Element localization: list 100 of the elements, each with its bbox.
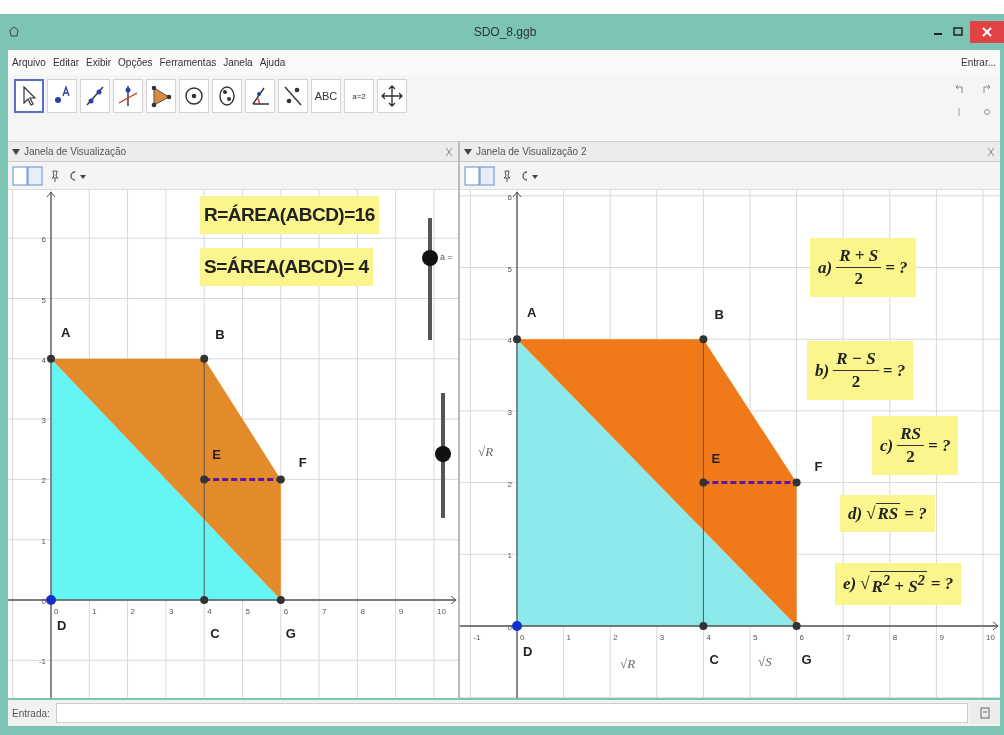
y-tick-label: 4	[507, 336, 512, 346]
sign-in-link[interactable]: Entrar...	[961, 57, 996, 68]
pin-icon[interactable]	[50, 168, 60, 183]
point[interactable]	[46, 595, 56, 605]
point-label: D	[57, 618, 67, 633]
point[interactable]	[699, 335, 708, 344]
circle-tool-button[interactable]	[179, 79, 209, 113]
x-tick-label: 0	[520, 633, 525, 642]
point[interactable]	[792, 478, 801, 487]
circle-icon	[183, 84, 205, 108]
menu-item[interactable]: Exibir	[86, 57, 112, 68]
axis-label: √R	[620, 656, 636, 672]
menu-item[interactable]: Ferramentas	[159, 57, 217, 68]
point[interactable]	[512, 621, 522, 631]
conic-tool-button[interactable]	[212, 79, 242, 113]
x-tick-label: 3	[168, 607, 174, 616]
panel-icon	[979, 706, 991, 720]
x-tick-label: 9	[398, 607, 404, 616]
input-label: Entrada:	[11, 707, 51, 719]
x-tick-label: 4	[207, 607, 212, 616]
y-tick-label: 5	[41, 295, 46, 305]
x-tick-label: 3	[659, 633, 665, 642]
point[interactable]	[47, 354, 55, 363]
point-label: F	[814, 458, 823, 474]
menu-item[interactable]: Arquivo	[12, 57, 46, 68]
formula-text[interactable]: e) √R$^{2}$ + S$^{2}$ = ?	[835, 563, 962, 605]
point-tool-button[interactable]	[47, 79, 77, 113]
text-tool-button[interactable]: ABC	[311, 79, 341, 113]
point[interactable]	[792, 622, 801, 630]
perpendicular-tool-button[interactable]	[113, 79, 143, 113]
x-tick-label: 0	[54, 607, 59, 616]
x-tick-label: 10	[437, 607, 446, 616]
point[interactable]	[699, 622, 708, 630]
close-view-icon[interactable]	[444, 145, 454, 158]
point-label: C	[709, 652, 719, 667]
y-tick-label: 2	[507, 479, 512, 489]
view-title: Janela de Visualização 2	[476, 146, 587, 157]
input-field[interactable]	[55, 703, 968, 723]
x-tick-label: 6	[799, 633, 805, 642]
line-tool-button[interactable]	[80, 79, 110, 113]
menu-item[interactable]: Editar	[52, 57, 80, 68]
point[interactable]	[276, 596, 285, 604]
y-tick-label: 3	[41, 416, 46, 426]
perpendicular-line-icon	[117, 84, 139, 108]
x-tick-label: 1	[566, 633, 572, 642]
slider-thumb[interactable]	[435, 446, 451, 463]
close-icon[interactable]	[970, 21, 1004, 43]
angle-tool-button[interactable]	[245, 79, 275, 113]
pin-icon[interactable]	[502, 168, 512, 183]
x-tick-label: 2	[613, 633, 618, 642]
triangle-icon	[150, 84, 172, 108]
point-label: B	[714, 307, 724, 323]
close-view-icon[interactable]	[986, 145, 996, 158]
point-label: A	[527, 305, 537, 321]
slider-thumb[interactable]	[422, 250, 438, 267]
x-tick-label: 9	[939, 633, 944, 642]
point-label: G	[285, 626, 296, 641]
move-tool-button[interactable]	[14, 79, 44, 113]
x-tick-label: 1	[92, 607, 97, 616]
menu-item[interactable]: Opções	[118, 57, 153, 68]
area-text[interactable]: R=ÁREA(ABCD)=16	[200, 196, 379, 234]
x-tick-label: -1	[473, 633, 481, 642]
x-tick-label: 8	[360, 607, 365, 616]
x-tick-label: 8	[892, 633, 898, 642]
x-tick-label: 4	[706, 633, 711, 642]
point-label: E	[212, 447, 221, 463]
collapse-icon[interactable]	[464, 147, 472, 156]
pan-tool-button[interactable]	[377, 79, 407, 113]
y-tick-label: 1	[507, 551, 512, 561]
y-tick-label: 5	[507, 264, 512, 274]
point-label: B	[215, 326, 225, 342]
point-label: G	[801, 652, 812, 667]
menu-item[interactable]: Ajuda	[259, 57, 286, 68]
x-tick-label: 5	[245, 607, 250, 616]
y-tick-label: 6	[41, 235, 46, 245]
menu-item[interactable]: Janela	[223, 57, 253, 68]
y-tick-label: -1	[38, 657, 46, 667]
formula-text[interactable]: d) √RS = ?	[840, 495, 935, 532]
slider-label: a =	[440, 252, 453, 263]
x-tick-label: 7	[322, 607, 327, 616]
reflect-tool-button[interactable]	[278, 79, 308, 113]
y-tick-label: 4	[41, 355, 46, 365]
point[interactable]	[200, 354, 209, 363]
x-tick-label: 5	[753, 633, 758, 642]
x-tick-label: 6	[283, 607, 289, 616]
point[interactable]	[513, 335, 521, 344]
point-label: A	[61, 324, 71, 340]
line-icon	[84, 84, 106, 108]
point[interactable]	[200, 596, 209, 604]
axis-label: √R	[478, 444, 494, 460]
x-tick-label: 7	[846, 633, 851, 642]
y-tick-label: 1	[41, 536, 46, 546]
point[interactable]	[276, 475, 285, 484]
area-text[interactable]: S=ÁREA(ABCD)= 4	[200, 248, 373, 286]
y-tick-label: 6	[507, 192, 512, 202]
slider-tool-button[interactable]: a=2	[344, 79, 374, 113]
window-title: SDO_8.ggb	[472, 25, 538, 39]
y-tick-label: 0	[507, 623, 512, 632]
collapse-icon[interactable]	[12, 147, 20, 156]
polygon-tool-button[interactable]	[146, 79, 176, 113]
